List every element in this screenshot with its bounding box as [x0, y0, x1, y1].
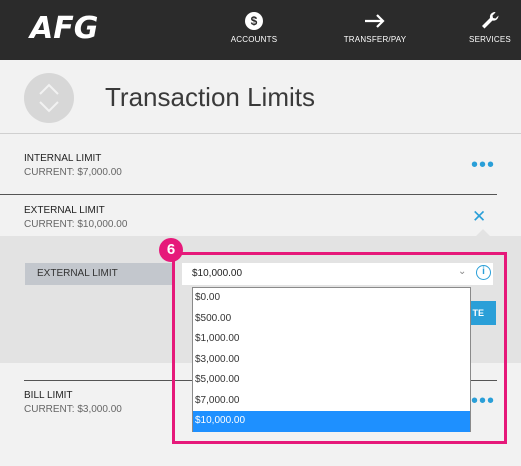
nav-accounts-label: ACCOUNTS — [230, 35, 278, 44]
more-options-icon[interactable]: ••• — [471, 155, 495, 175]
chevron-up-down-icon — [39, 83, 59, 113]
afg-logo[interactable]: AFG — [30, 11, 98, 46]
dollar-coin-icon: $ — [241, 10, 267, 32]
wrench-icon — [477, 10, 503, 32]
bill-limit-name: BILL LIMIT — [24, 390, 73, 401]
bill-limit-row: BILL LIMIT CURRENT: $3,000.00 — [24, 389, 122, 417]
external-limit-name: EXTERNAL LIMIT — [24, 205, 105, 216]
internal-limit-row: INTERNAL LIMIT CURRENT: $7,000.00 — [24, 152, 122, 180]
divider — [0, 194, 497, 195]
internal-limit-current: CURRENT: $7,000.00 — [24, 167, 122, 178]
page-title: Transaction Limits — [105, 82, 315, 112]
field-label: EXTERNAL LIMIT — [25, 263, 175, 285]
nav-transfer-pay[interactable]: TRANSFER/PAY — [340, 10, 410, 44]
external-limit-row: EXTERNAL LIMIT CURRENT: $10,000.00 — [24, 204, 127, 232]
internal-limit-name: INTERNAL LIMIT — [24, 153, 102, 164]
divider — [0, 133, 521, 134]
nav-services-label: SERVICES — [469, 35, 511, 44]
expand-collapse-toggle[interactable] — [24, 73, 74, 123]
nav-services[interactable]: SERVICES — [466, 10, 514, 44]
nav-accounts[interactable]: $ ACCOUNTS — [226, 10, 282, 44]
close-icon[interactable]: ✕ — [472, 207, 486, 227]
highlight-frame — [172, 252, 507, 444]
external-limit-current: CURRENT: $10,000.00 — [24, 219, 128, 230]
app-header: AFG $ ACCOUNTS TRANSFER/PAY SERVICES — [0, 0, 521, 60]
bill-limit-current: CURRENT: $3,000.00 — [24, 404, 122, 415]
step-badge: 6 — [159, 238, 183, 262]
arrow-right-icon — [362, 10, 388, 32]
nav-transfer-pay-label: TRANSFER/PAY — [343, 35, 407, 44]
